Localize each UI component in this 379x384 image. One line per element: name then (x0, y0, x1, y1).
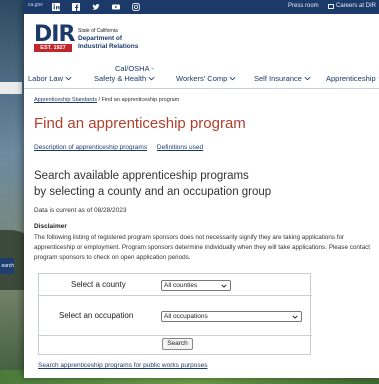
county-row: Select a county All counties (39, 274, 312, 296)
nav-divider (24, 88, 379, 89)
ca-gov-logo[interactable]: ca.gov (28, 2, 43, 12)
background-search-button: earch (0, 258, 14, 274)
info-links: Description of apprenticeship programs D… (34, 144, 211, 151)
occupation-select[interactable]: All occupations (161, 311, 302, 322)
nav-item-workers-comp[interactable]: Workers' Comp (176, 74, 236, 83)
occupation-row: Select an occupation All occupations (39, 296, 312, 336)
dept-line-1: Department of (78, 35, 123, 42)
chevron-down-icon (148, 76, 155, 81)
dir-logo-letters: DIR (34, 22, 75, 47)
chevron-down-icon (304, 76, 311, 81)
nav-item-safety-health[interactable]: Safety & Health (94, 74, 155, 83)
est-badge: EST. 1927 (34, 44, 72, 52)
utility-bar: ca.gov Press room Careers at DIR (24, 0, 379, 14)
public-works-search-link[interactable]: Search apprenticeship programs for publi… (38, 362, 207, 369)
linkedin-icon[interactable] (50, 3, 62, 11)
search-heading-line-2: by selecting a county and an occupation … (34, 186, 272, 198)
search-heading: Search available apprenticeship programs… (34, 168, 271, 200)
county-select[interactable]: All counties (161, 280, 231, 291)
chevron-down-icon (292, 315, 298, 319)
nav-item-labor-law[interactable]: Labor Law (28, 74, 72, 83)
twitter-icon[interactable] (90, 3, 102, 11)
nav-item-self-insurance[interactable]: Self Insurance (254, 74, 311, 83)
press-room-link[interactable]: Press room (288, 3, 319, 9)
description-link[interactable]: Description of apprenticeship programs (34, 144, 147, 151)
breadcrumb-separator: / (98, 97, 101, 103)
occupation-select-value: All occupations (164, 313, 208, 320)
nav-item-apprenticeship[interactable]: Apprenticeship (326, 74, 379, 83)
county-select-value: All counties (164, 282, 198, 289)
disclaimer-heading: Disclaimer (34, 223, 67, 230)
dept-line-2: Industrial Relations (78, 43, 139, 50)
breadcrumb-apprenticeship-standards[interactable]: Apprenticeship Standards (34, 97, 97, 103)
dir-brand[interactable]: DIR EST. 1927 State of California Depart… (34, 24, 138, 54)
search-heading-line-1: Search available apprenticeship programs (34, 170, 249, 182)
chevron-down-icon (221, 284, 227, 288)
browser-page: ca.gov Press room Careers at DIR DIR EST… (24, 0, 379, 378)
definitions-link[interactable]: Definitions used (157, 144, 203, 151)
county-label: Select a county (71, 280, 126, 289)
nav-item-label: Safety & Health (94, 74, 147, 83)
youtube-icon[interactable] (110, 3, 122, 11)
nav-item-label: Workers' Comp (176, 74, 228, 83)
background-input-fragment (0, 82, 22, 94)
search-form: Select a county All counties Select an o… (38, 273, 312, 355)
chevron-down-icon (229, 76, 236, 81)
state-label: State of California (78, 28, 118, 34)
breadcrumb: Apprenticeship Standards / Find an appre… (34, 97, 179, 103)
nav-item-label: Apprenticeship (326, 74, 376, 83)
disclaimer-text: The following listing of registered prog… (34, 234, 371, 261)
data-date: Data is current as of 08/28/2023 (34, 207, 127, 214)
nav-cal-osha-top[interactable]: Cal/OSHA - (115, 64, 154, 73)
nav-item-label: Labor Law (28, 74, 64, 83)
nav-item-label: Self Insurance (254, 74, 302, 83)
instagram-icon[interactable] (130, 3, 142, 11)
careers-link[interactable]: Careers at DIR (328, 3, 376, 9)
careers-label: Careers at DIR (336, 3, 377, 9)
chevron-down-icon (65, 76, 72, 81)
breadcrumb-current: Find an apprenticeship program (101, 97, 180, 103)
department-name: State of California Department of Indust… (78, 27, 138, 51)
facebook-icon[interactable] (70, 3, 82, 11)
dir-logo: DIR EST. 1927 (34, 22, 75, 54)
page-title: Find an apprenticeship program (34, 115, 246, 132)
occupation-label: Select an occupation (59, 311, 134, 320)
search-button[interactable]: Search (162, 338, 193, 350)
careers-icon (328, 3, 334, 9)
main-nav: Cal/OSHA - Labor Law Safety & Health Wor… (28, 64, 379, 86)
